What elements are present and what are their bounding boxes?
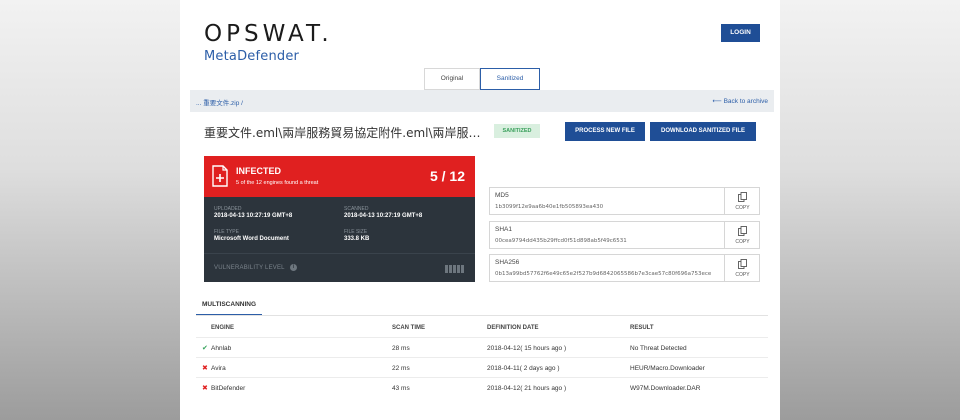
- scan-time: 22 ms: [392, 365, 410, 372]
- copy-label: COPY: [735, 239, 750, 245]
- scanned-value: 2018-04-13 10:27:19 GMT+8: [344, 213, 423, 219]
- back-to-archive-label: Back to archive: [723, 98, 768, 105]
- level-bar: [457, 265, 460, 273]
- copy-label: COPY: [735, 205, 750, 211]
- scan-result: HEUR/Macro.Downloader: [630, 365, 705, 372]
- copy-label: COPY: [735, 272, 750, 278]
- copy-md5-button[interactable]: COPY: [724, 188, 759, 214]
- hash-value[interactable]: 1b3099f12e9aa6b40e1fb505893ea430: [495, 204, 603, 210]
- copy-icon: [738, 192, 747, 202]
- opswat-logo[interactable]: OPSWAT. MetaDefender: [204, 22, 333, 64]
- uploaded-value: 2018-04-13 10:27:19 GMT+8: [214, 213, 293, 219]
- tab-sanitized-file[interactable]: Sanitized File: [480, 68, 540, 102]
- vulnerability-level-bars: [445, 265, 464, 273]
- arrow-left-icon: ⟵: [712, 98, 722, 105]
- column-header-engine[interactable]: ENGINE: [211, 325, 234, 331]
- hash-value[interactable]: 00cea9794dd435b29ffcd0f51d898ab5f49c6531: [495, 238, 627, 244]
- column-header-scan-time[interactable]: SCAN TIME: [392, 325, 425, 331]
- scan-result: No Threat Detected: [630, 345, 687, 352]
- copy-icon: [738, 226, 747, 236]
- report-page: OPSWAT. MetaDefender LOGIN Original File…: [180, 0, 780, 420]
- process-new-file-button[interactable]: PROCESS NEW FILE: [565, 122, 645, 141]
- product-name: MetaDefender: [204, 49, 300, 64]
- sha1-hash-box: SHA1 00cea9794dd435b29ffcd0f51d898ab5f49…: [489, 221, 760, 249]
- verdict-title: INFECTED: [236, 166, 281, 176]
- definition-date: 2018-04-11( 2 days ago ): [487, 365, 560, 372]
- vulnerability-row: VULNERABILITY LEVEL i: [204, 253, 475, 282]
- scan-result: W97M.Downloader.DAR: [630, 385, 701, 392]
- engine-name: Ahnlab: [211, 345, 232, 352]
- verdict-subtitle: 5 of the 12 engines found a threat: [236, 180, 319, 186]
- check-icon: ✔: [202, 345, 208, 352]
- login-button[interactable]: LOGIN: [721, 24, 760, 42]
- table-row[interactable]: ✔ Ahnlab 28 ms 2018-04-12( 15 hours ago …: [196, 337, 768, 357]
- copy-sha1-button[interactable]: COPY: [724, 222, 759, 248]
- verdict-score: 5 / 12: [429, 168, 465, 184]
- file-type-value: Microsoft Word Document: [214, 236, 289, 242]
- vulnerability-label: VULNERABILITY LEVEL: [214, 265, 285, 271]
- md5-hash-box: MD5 1b3099f12e9aa6b40e1fb505893ea430 COP…: [489, 187, 760, 215]
- engine-name: Avira: [211, 365, 226, 372]
- copy-icon: [738, 259, 747, 269]
- level-bar: [461, 265, 464, 273]
- level-bar: [449, 265, 452, 273]
- scanned-label: SCANNED: [344, 206, 369, 212]
- file-type-label: FILE TYPE: [214, 229, 239, 235]
- infected-file-icon: [212, 165, 228, 187]
- download-sanitized-file-button[interactable]: DOWNLOAD SANITIZED FILE: [650, 122, 756, 141]
- verdict-panel: INFECTED 5 of the 12 engines found a thr…: [204, 156, 475, 282]
- file-name: 重要文件.eml\兩岸服務貿易協定附件.eml\兩岸服務貿...: [204, 126, 487, 140]
- definition-date: 2018-04-12( 21 hours ago ): [487, 385, 567, 392]
- column-header-result[interactable]: RESULT: [630, 325, 654, 331]
- hash-label: SHA1: [495, 226, 512, 233]
- table-row[interactable]: ✖ BitDefender 43 ms 2018-04-12( 21 hours…: [196, 377, 768, 397]
- engine-name: BitDefender: [211, 385, 246, 392]
- cross-icon: ✖: [202, 365, 208, 372]
- tab-original-file[interactable]: Original File: [424, 68, 480, 102]
- hash-value[interactable]: 0b13a99bd57762f6e49c65e2f527b9d684206558…: [495, 271, 711, 277]
- file-size-value: 333.8 KB: [344, 236, 370, 242]
- info-icon[interactable]: i: [290, 264, 297, 271]
- file-tabs: Original File Sanitized File: [424, 68, 540, 102]
- file-size-label: FILE SIZE: [344, 229, 368, 235]
- tab-multiscanning[interactable]: MULTISCANNING: [196, 300, 262, 316]
- copy-sha256-button[interactable]: COPY: [724, 255, 759, 281]
- definition-date: 2018-04-12( 15 hours ago ): [487, 345, 567, 352]
- scan-time: 28 ms: [392, 345, 410, 352]
- sha256-hash-box: SHA256 0b13a99bd57762f6e49c65e2f527b9d68…: [489, 254, 760, 282]
- uploaded-label: UPLOADED: [214, 206, 242, 212]
- cross-icon: ✖: [202, 385, 208, 392]
- verdict-header: INFECTED 5 of the 12 engines found a thr…: [204, 156, 475, 197]
- table-row[interactable]: ✖ Avira 22 ms 2018-04-11( 2 days ago ) H…: [196, 357, 768, 377]
- breadcrumb: ... 重要文件.zip / ⟵ Back to archive: [190, 90, 774, 112]
- divider: [196, 315, 768, 316]
- hash-label: MD5: [495, 192, 509, 199]
- scan-time: 43 ms: [392, 385, 410, 392]
- status-badge: SANITIZED: [494, 124, 540, 138]
- level-bar: [453, 265, 456, 273]
- breadcrumb-path[interactable]: ... 重要文件.zip /: [196, 97, 243, 107]
- back-to-archive-link[interactable]: ⟵ Back to archive: [712, 97, 768, 105]
- brand-name: OPSWAT.: [204, 21, 333, 47]
- hash-label: SHA256: [495, 259, 520, 266]
- level-bar: [445, 265, 448, 273]
- column-header-definition-date[interactable]: DEFINITION DATE: [487, 325, 539, 331]
